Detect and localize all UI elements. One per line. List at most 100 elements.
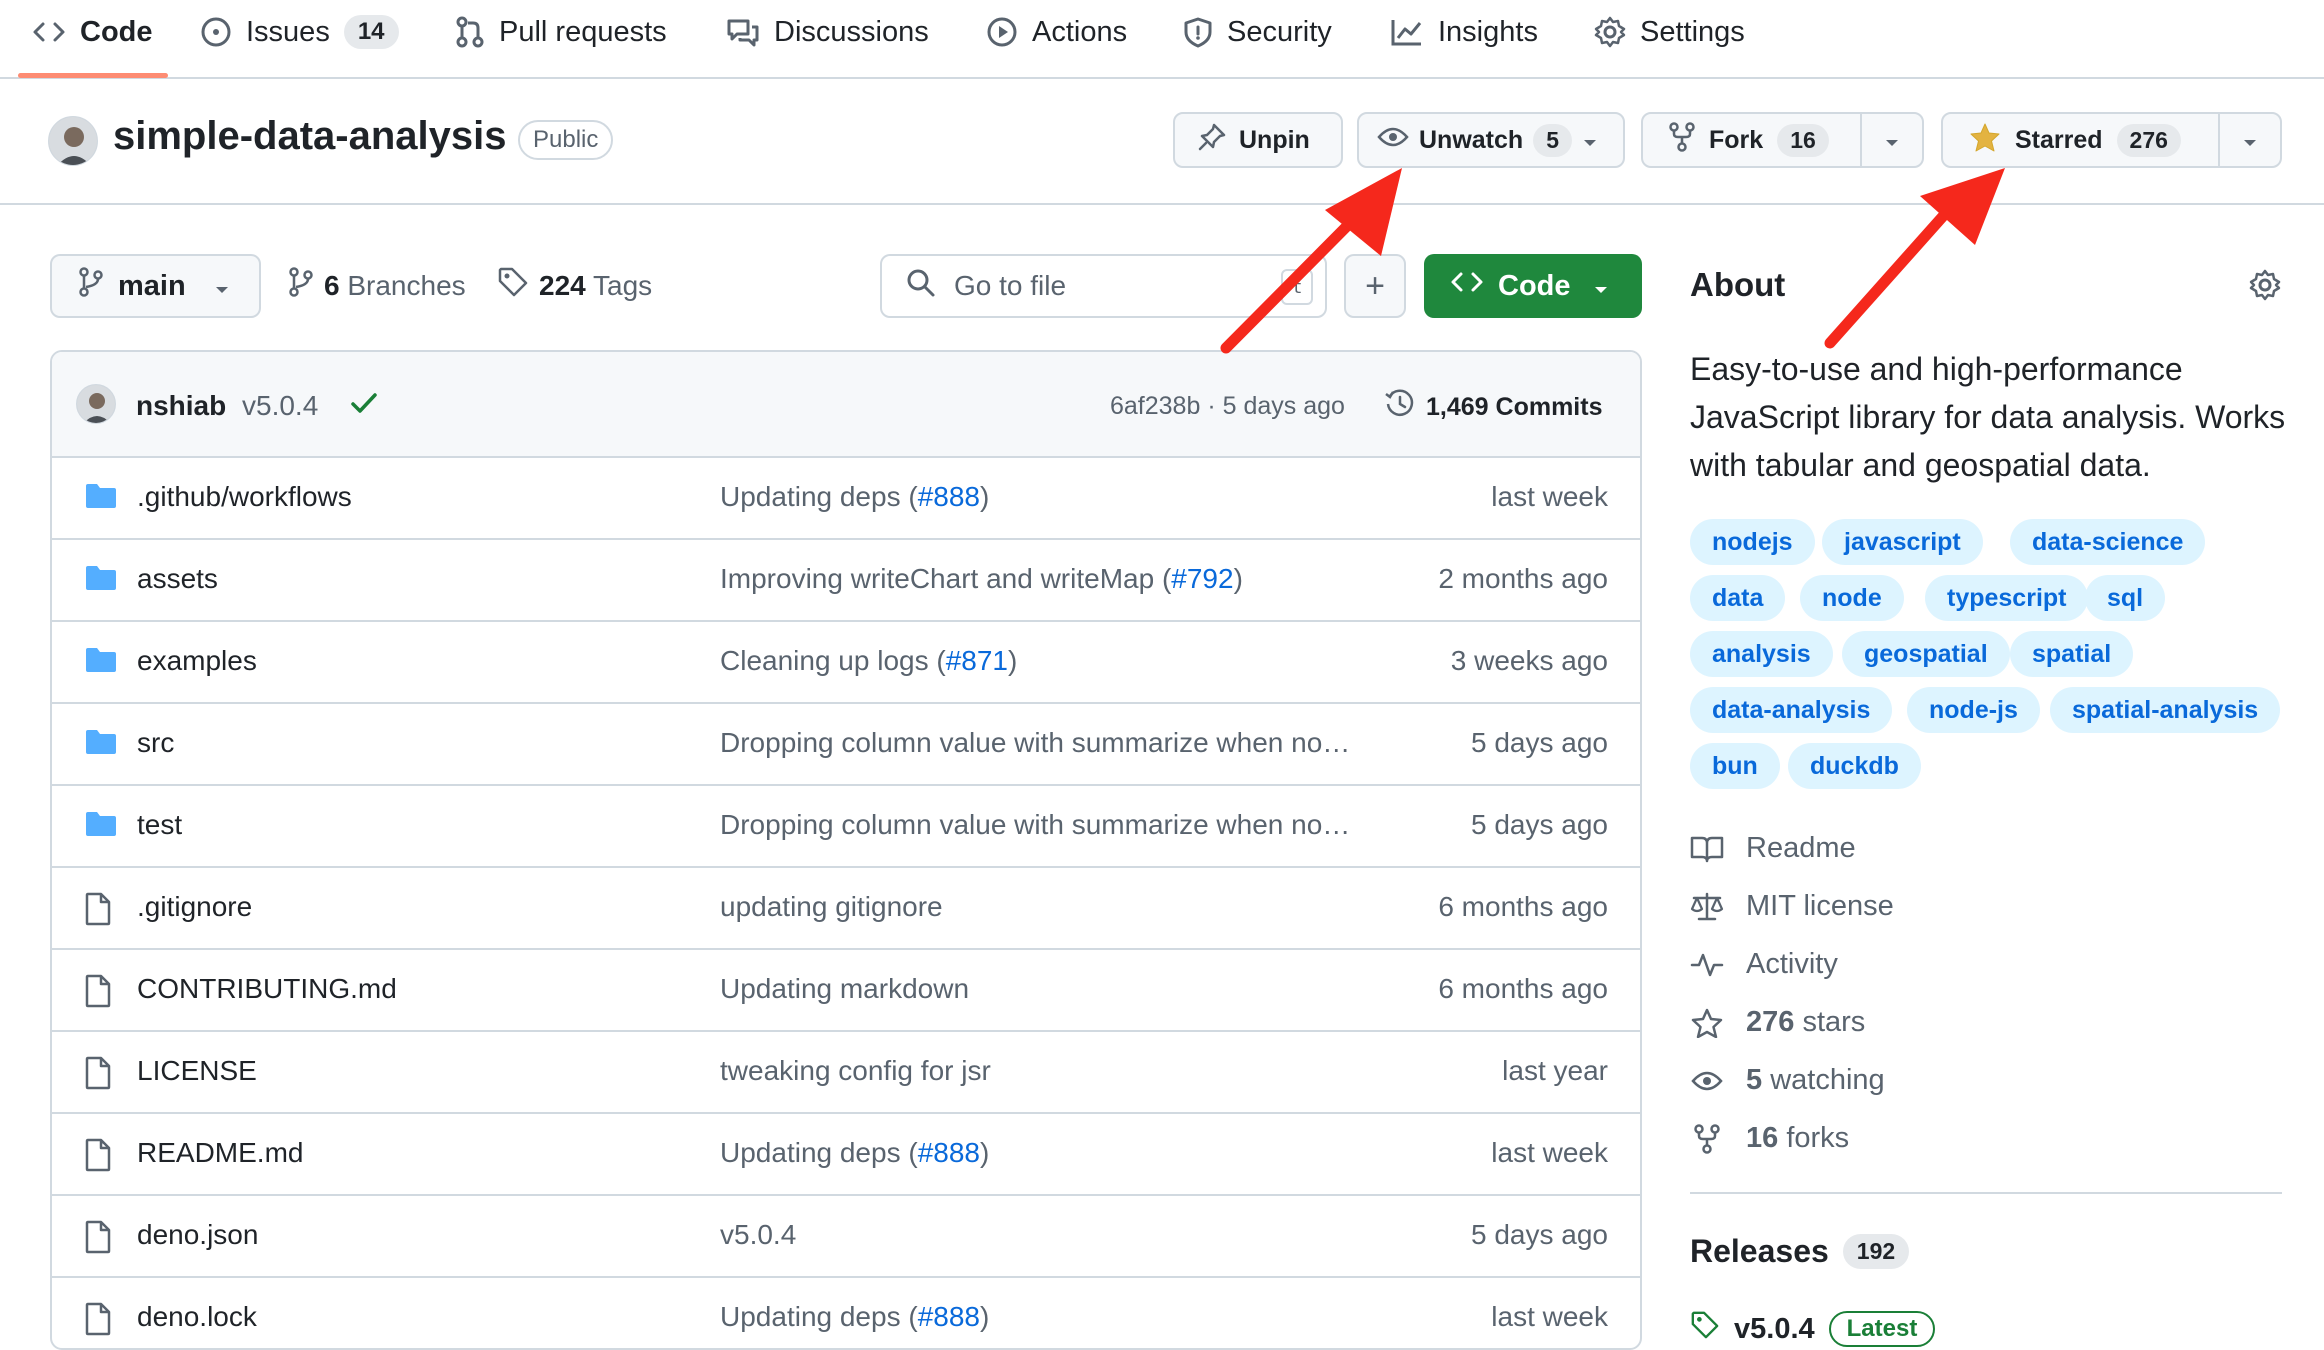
commit-hash[interactable]: 6af238b [1110, 392, 1200, 420]
file-commit-message[interactable]: Improving writeChart and writeMap (#792) [720, 563, 1243, 595]
file-row[interactable]: .gitignore updating gitignore 6 months ago [52, 868, 1640, 950]
commit-author[interactable]: nshiab [136, 390, 226, 422]
tab-security[interactable]: Security [1183, 0, 1332, 64]
branches-link[interactable]: 6 Branches [288, 266, 466, 305]
file-commit-message[interactable]: Dropping column value with summarize whe… [720, 727, 1350, 759]
topic-tag[interactable]: node [1800, 575, 1904, 621]
gear-icon[interactable] [2249, 269, 2281, 306]
topic-tag[interactable]: spatial-analysis [2050, 687, 2281, 733]
file-row[interactable]: README.md Updating deps (#888) last week [52, 1114, 1640, 1196]
activity-link[interactable]: Activity [1690, 948, 1838, 981]
file-row[interactable]: CONTRIBUTING.md Updating markdown 6 months… [52, 950, 1640, 1032]
file-name[interactable]: deno.json [137, 1219, 258, 1251]
issues-counter: 14 [343, 15, 399, 49]
tab-discussions[interactable]: Discussions [726, 0, 929, 64]
topic-tag[interactable]: geospatial [1842, 631, 2010, 677]
unpin-label: Unpin [1239, 125, 1310, 154]
latest-release[interactable]: v5.0.4 Latest [1690, 1310, 1936, 1348]
file-name[interactable]: .github/workflows [137, 481, 352, 513]
file-commit-message[interactable]: Dropping column value with summarize whe… [720, 809, 1350, 841]
topic-tag[interactable]: data [1690, 575, 1786, 621]
topic-tag[interactable]: data-science [2010, 519, 2206, 565]
file-commit-message[interactable]: updating gitignore [720, 891, 943, 923]
tab-code[interactable]: Code [32, 0, 153, 64]
file-name[interactable]: examples [137, 645, 257, 677]
pull-request-link[interactable]: #792 [1171, 563, 1233, 594]
add-file-button[interactable]: + [1344, 254, 1406, 318]
file-name[interactable]: assets [137, 563, 218, 595]
unpin-button[interactable]: Unpin [1173, 112, 1343, 168]
commit-hash-time[interactable]: 6af238b · 5 days ago [1110, 392, 1345, 421]
fork-dropdown-toggle[interactable] [1862, 114, 1922, 166]
tab-insights[interactable]: Insights [1390, 0, 1538, 64]
file-row[interactable]: assets Improving writeChart and writeMap … [52, 540, 1640, 622]
tab-label: Settings [1640, 15, 1745, 48]
file-name[interactable]: .gitignore [137, 891, 252, 923]
topic-tag[interactable]: duckdb [1788, 743, 1921, 789]
file-name[interactable]: CONTRIBUTING.md [137, 973, 397, 1005]
license-link[interactable]: MIT license [1690, 890, 1894, 923]
file-commit-message[interactable]: Updating markdown [720, 973, 969, 1005]
folder-icon [84, 810, 118, 840]
author-avatar[interactable] [76, 384, 116, 424]
file-row[interactable]: test Dropping column value with summarize… [52, 786, 1640, 868]
readme-link[interactable]: Readme [1690, 832, 1856, 865]
repo-name[interactable]: simple-data-analysis [113, 114, 507, 159]
file-commit-message[interactable]: v5.0.4 [720, 1219, 796, 1251]
fork-icon [1669, 121, 1695, 160]
topic-tag[interactable]: spatial [2010, 631, 2134, 677]
code-dropdown-button[interactable]: Code [1424, 254, 1642, 318]
commits-history-link[interactable]: 1,469 Commits [1384, 388, 1602, 427]
tab-pull-requests[interactable]: Pull requests [455, 0, 667, 64]
chevron-down-icon [2242, 126, 2258, 155]
pull-request-link[interactable]: #888 [918, 1301, 980, 1332]
topic-tag[interactable]: nodejs [1690, 519, 1815, 565]
file-commit-message[interactable]: tweaking config for jsr [720, 1055, 991, 1087]
file-commit-message[interactable]: Cleaning up logs (#871) [720, 645, 1017, 677]
pull-request-link[interactable]: #871 [946, 645, 1008, 676]
file-row[interactable]: examples Cleaning up logs (#871) 3 weeks a… [52, 622, 1640, 704]
file-name[interactable]: src [137, 727, 174, 759]
watchers-link[interactable]: 5 watching [1690, 1064, 1885, 1097]
tab-actions[interactable]: Actions [986, 0, 1127, 64]
file-commit-message[interactable]: Updating deps (#888) [720, 1137, 989, 1169]
topic-tag[interactable]: javascript [1822, 519, 1983, 565]
go-to-file-input[interactable]: Go to file t [880, 254, 1327, 318]
releases-heading[interactable]: Releases 192 [1690, 1233, 1910, 1270]
file-row[interactable]: deno.json v5.0.4 5 days ago [52, 1196, 1640, 1278]
check-icon[interactable] [350, 390, 378, 421]
stars-link[interactable]: 276 stars [1690, 1006, 1865, 1039]
forks-link[interactable]: 16 forks [1690, 1122, 1849, 1155]
pull-request-link[interactable]: #888 [918, 1137, 980, 1168]
topic-tag[interactable]: data-analysis [1690, 687, 1893, 733]
branch-selector[interactable]: main [50, 254, 261, 318]
file-commit-message[interactable]: Updating deps (#888) [720, 1301, 989, 1333]
history-icon [1384, 388, 1416, 427]
tab-issues[interactable]: Issues 14 [200, 0, 399, 64]
starred-button[interactable]: Starred 276 [1941, 112, 2282, 168]
file-name[interactable]: LICENSE [137, 1055, 257, 1087]
unwatch-button[interactable]: Unwatch 5 [1357, 112, 1625, 168]
fork-button[interactable]: Fork 16 [1641, 112, 1924, 168]
owner-avatar[interactable] [48, 116, 98, 166]
star-icon [1690, 1008, 1724, 1038]
folder-icon [84, 646, 118, 676]
topic-tag[interactable]: analysis [1690, 631, 1833, 677]
file-row[interactable]: .github/workflows Updating deps (#888) las… [52, 458, 1640, 540]
topic-tag[interactable]: node-js [1907, 687, 2040, 733]
file-row[interactable]: src Dropping column value with summarize … [52, 704, 1640, 786]
file-row[interactable]: deno.lock Updating deps (#888) last week [52, 1278, 1640, 1348]
topic-tag[interactable]: typescript [1925, 575, 2089, 621]
file-name[interactable]: deno.lock [137, 1301, 257, 1333]
file-row[interactable]: LICENSE tweaking config for jsr last year [52, 1032, 1640, 1114]
commit-message[interactable]: v5.0.4 [242, 390, 318, 422]
tab-settings[interactable]: Settings [1594, 0, 1745, 64]
topic-tag[interactable]: bun [1690, 743, 1780, 789]
tags-link[interactable]: 224 Tags [497, 266, 652, 305]
star-dropdown-toggle[interactable] [2220, 114, 2280, 166]
pull-request-link[interactable]: #888 [918, 481, 980, 512]
file-name[interactable]: README.md [137, 1137, 303, 1169]
file-commit-message[interactable]: Updating deps (#888) [720, 481, 989, 513]
topic-tag[interactable]: sql [2085, 575, 2166, 621]
file-name[interactable]: test [137, 809, 182, 841]
